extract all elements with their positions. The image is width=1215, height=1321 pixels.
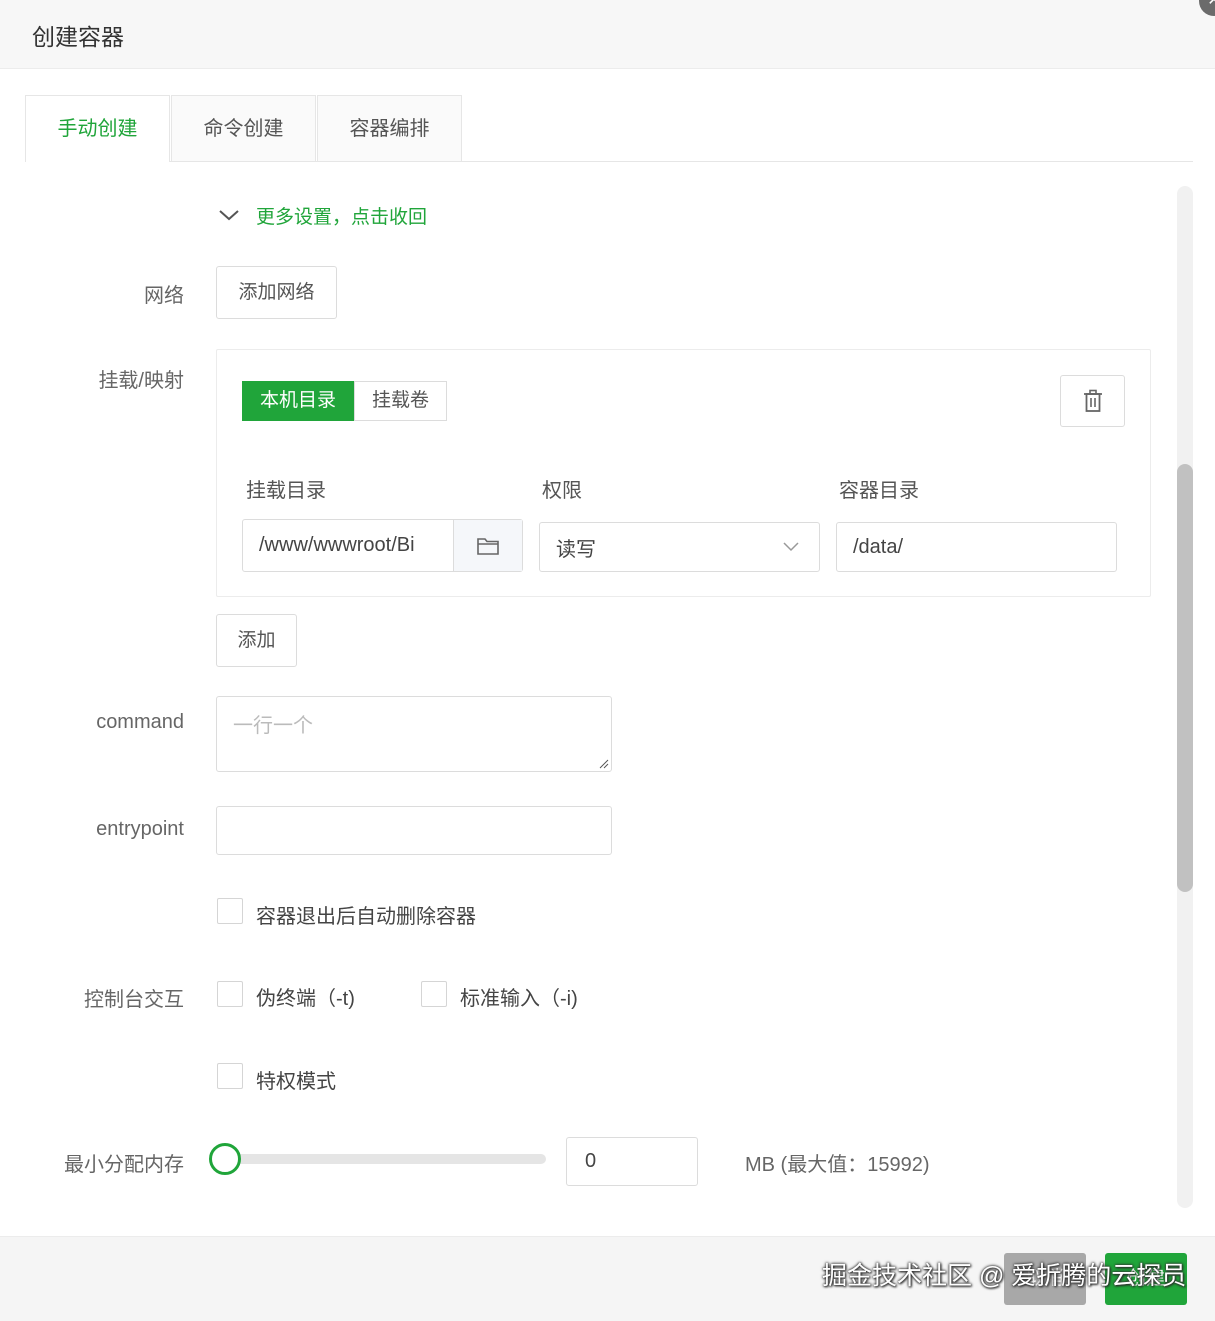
mount-type-segmented: 本机目录 挂载卷: [242, 381, 448, 421]
tab-command-create[interactable]: 命令创建: [171, 95, 316, 161]
memory-input[interactable]: 0: [566, 1137, 698, 1186]
segment-volume[interactable]: 挂载卷: [354, 381, 448, 421]
watermark: 掘金技术社区 @ 爱折腾的云探员: [822, 1262, 1187, 1290]
console-label: 控制台交互: [84, 989, 184, 1011]
chevron-down-icon: [219, 210, 239, 221]
mount-panel: 本机目录 挂载卷 挂载目录 权限 容器目录 /www/wwwroot/Bi 读写…: [216, 349, 1151, 597]
dialog-header: 创建容器: [0, 0, 1215, 69]
permission-select[interactable]: 读写: [539, 522, 820, 572]
stdin-checkbox[interactable]: [421, 981, 447, 1007]
dialog-title: 创建容器: [32, 24, 124, 50]
memory-hint: MB (最大值：15992): [745, 1154, 930, 1176]
permission-column-label: 权限: [542, 480, 582, 502]
command-textarea[interactable]: 一行一个: [216, 696, 612, 772]
segment-host-dir[interactable]: 本机目录: [242, 381, 355, 421]
entrypoint-input[interactable]: [216, 806, 612, 855]
delete-mount-button[interactable]: [1060, 375, 1125, 427]
resize-handle-icon[interactable]: [599, 759, 609, 769]
host-dir-column-label: 挂载目录: [246, 480, 326, 502]
entrypoint-label: entrypoint: [96, 818, 184, 840]
auto-remove-label: 容器退出后自动删除容器: [256, 906, 476, 928]
stdin-label: 标准输入（-i): [460, 988, 578, 1010]
more-settings-toggle[interactable]: 更多设置，点击收回: [216, 200, 427, 230]
container-dir-input[interactable]: /data/: [836, 522, 1117, 572]
tab-manual-create[interactable]: 手动创建: [25, 95, 170, 162]
container-dir-value: /data/: [853, 535, 904, 558]
memory-slider-track[interactable]: [226, 1154, 546, 1164]
command-placeholder: 一行一个: [233, 715, 313, 737]
mount-label: 挂载/映射: [98, 370, 184, 392]
command-label: command: [96, 711, 184, 733]
add-network-button[interactable]: 添加网络: [216, 266, 337, 319]
add-mount-button[interactable]: 添加: [216, 614, 297, 667]
memory-slider-handle[interactable]: [209, 1143, 241, 1175]
host-dir-input[interactable]: /www/wwwroot/Bi: [242, 519, 523, 572]
more-settings-label: 更多设置，点击收回: [256, 206, 428, 228]
container-dir-column-label: 容器目录: [839, 480, 919, 502]
permission-value: 读写: [556, 538, 596, 561]
tab-compose[interactable]: 容器编排: [317, 95, 462, 161]
privileged-label: 特权模式: [256, 1071, 336, 1093]
tty-label: 伪终端（-t): [256, 988, 355, 1010]
auto-remove-checkbox[interactable]: [217, 898, 243, 924]
folder-picker-button[interactable]: [453, 520, 522, 571]
network-label: 网络: [144, 285, 184, 307]
tty-checkbox[interactable]: [217, 981, 243, 1007]
scrollbar-thumb[interactable]: [1177, 464, 1193, 892]
memory-label: 最小分配内存: [64, 1154, 184, 1176]
trash-icon: [1083, 389, 1102, 412]
privileged-checkbox[interactable]: [217, 1063, 243, 1089]
tab-bar: 手动创建 命令创建 容器编排: [25, 95, 1193, 162]
memory-value: 0: [585, 1150, 597, 1172]
host-dir-value: /www/wwwroot/Bi: [259, 534, 415, 556]
folder-icon: [477, 537, 499, 555]
chevron-down-icon: [783, 542, 799, 552]
